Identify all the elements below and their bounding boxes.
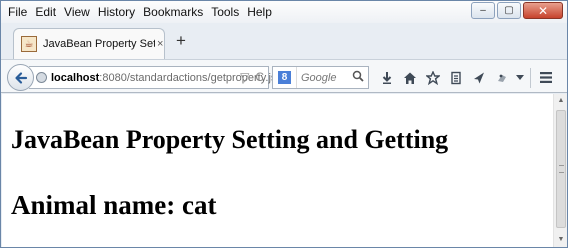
search-engine-selector[interactable]: 8 bbox=[273, 67, 297, 88]
tab-active[interactable]: ☕ JavaBean Property Setting ... × bbox=[13, 28, 165, 59]
minimize-button[interactable]: – bbox=[471, 2, 495, 19]
reading-list-icon[interactable] bbox=[444, 67, 467, 88]
search-input[interactable]: Google bbox=[297, 72, 352, 84]
history-dropdown-icon[interactable]: ▽ bbox=[240, 70, 249, 84]
browser-window: File Edit View History Bookmarks Tools H… bbox=[0, 0, 568, 248]
bookmark-star-icon[interactable] bbox=[421, 67, 444, 88]
animal-name-heading: Animal name: cat bbox=[11, 190, 217, 220]
google-icon: 8 bbox=[278, 71, 291, 84]
toolbar-icons bbox=[375, 67, 557, 88]
menu-view[interactable]: View bbox=[60, 2, 94, 22]
menu-help[interactable]: Help bbox=[243, 2, 276, 22]
menu-edit[interactable]: Edit bbox=[31, 2, 60, 22]
menu-bar: File Edit View History Bookmarks Tools H… bbox=[1, 1, 567, 23]
menu-bookmarks[interactable]: Bookmarks bbox=[139, 2, 207, 22]
page-heading: JavaBean Property Setting and Getting bbox=[11, 125, 449, 154]
tab-title: JavaBean Property Setting ... bbox=[43, 38, 155, 50]
menu-tools[interactable]: Tools bbox=[207, 2, 243, 22]
send-icon[interactable] bbox=[467, 67, 490, 88]
tab-close-icon[interactable]: × bbox=[157, 38, 163, 50]
url-host: localhost bbox=[51, 71, 100, 84]
menu-file[interactable]: File bbox=[4, 2, 31, 22]
extension-icon[interactable] bbox=[490, 67, 513, 88]
vertical-scrollbar[interactable]: ▲ ▼ bbox=[553, 94, 567, 247]
maximize-button[interactable]: ▢ bbox=[497, 2, 521, 19]
search-icon[interactable] bbox=[352, 70, 368, 85]
url-bar-icons: ▽ C bbox=[240, 70, 264, 84]
close-window-button[interactable]: ✕ bbox=[523, 2, 563, 19]
toolbar-separator bbox=[530, 68, 531, 88]
search-bar[interactable]: 8 Google bbox=[272, 66, 369, 89]
navigation-bar: localhost :8080/standardactions/getprope… bbox=[1, 59, 567, 93]
download-icon[interactable] bbox=[375, 67, 398, 88]
back-arrow-icon bbox=[14, 71, 27, 84]
menu-history[interactable]: History bbox=[94, 2, 139, 22]
back-button[interactable] bbox=[7, 64, 34, 91]
scroll-down-icon[interactable]: ▼ bbox=[554, 233, 567, 247]
scroll-grip-icon bbox=[559, 165, 564, 173]
window-controls: – ▢ ✕ bbox=[471, 2, 563, 19]
new-tab-button[interactable]: + bbox=[171, 31, 191, 51]
page-content: JavaBean Property Setting and Getting An… bbox=[2, 94, 553, 247]
reload-icon[interactable]: C bbox=[255, 70, 264, 84]
scroll-up-icon[interactable]: ▲ bbox=[554, 94, 567, 108]
page-icon: ☕ bbox=[21, 36, 37, 52]
url-bar[interactable]: localhost :8080/standardactions/getprope… bbox=[29, 66, 283, 89]
menu-icon[interactable] bbox=[534, 67, 557, 88]
site-identity-icon[interactable] bbox=[36, 72, 47, 83]
home-icon[interactable] bbox=[398, 67, 421, 88]
tab-strip: ☕ JavaBean Property Setting ... × + bbox=[1, 23, 567, 59]
dropdown-icon[interactable] bbox=[513, 67, 527, 88]
scroll-thumb[interactable] bbox=[556, 110, 566, 228]
